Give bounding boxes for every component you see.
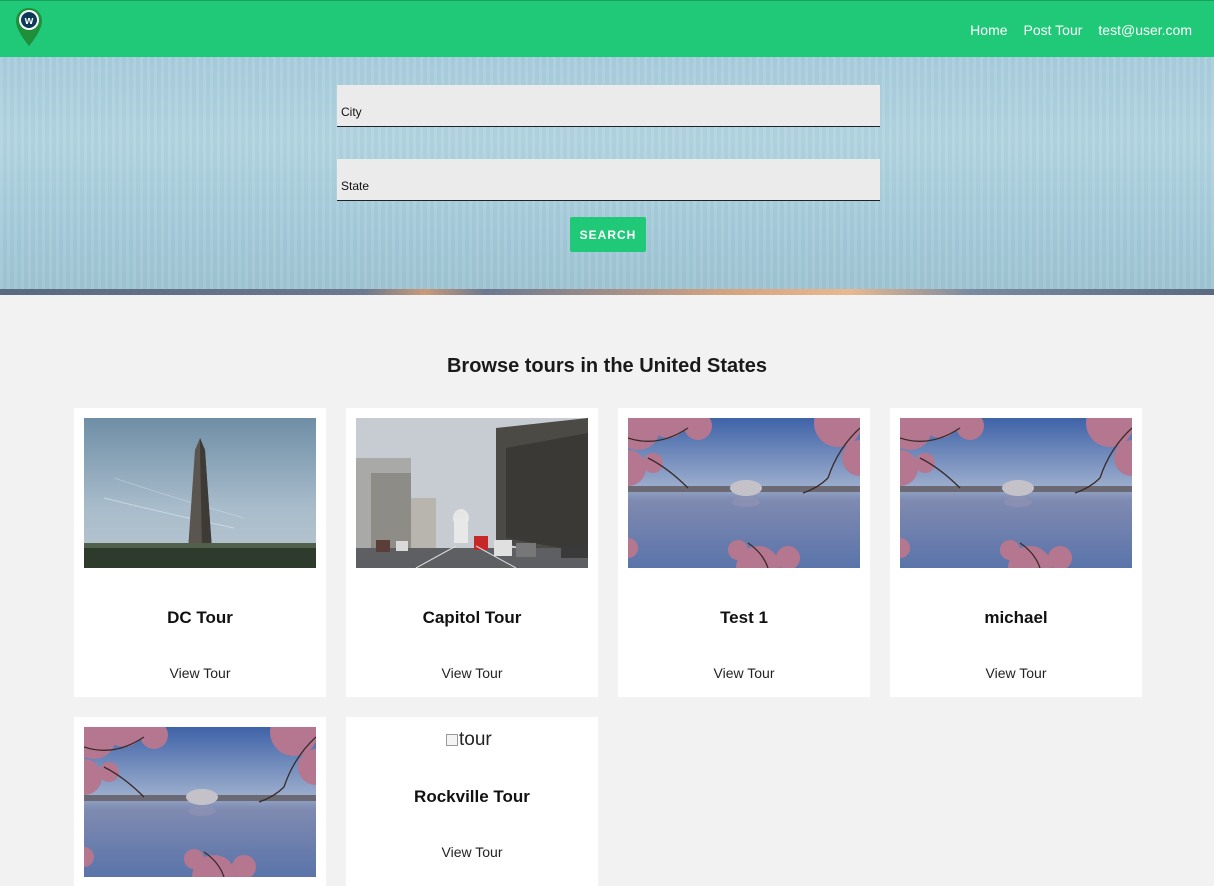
tour-card[interactable]: [74, 717, 326, 886]
view-tour-link[interactable]: View Tour: [346, 665, 598, 681]
logo-icon[interactable]: w: [15, 7, 43, 47]
tour-photo[interactable]: [900, 418, 1132, 568]
tour-name: Capitol Tour: [422, 608, 522, 627]
section-title: Browse tours in the United States: [446, 355, 768, 377]
broken-image[interactable]: tour: [446, 729, 492, 751]
broken-image-icon: [446, 734, 458, 746]
city-input[interactable]: [337, 85, 880, 126]
tour-name: michael: [984, 608, 1048, 627]
state-input[interactable]: [337, 159, 880, 200]
state-field[interactable]: [337, 159, 880, 201]
search-button[interactable]: SEARCH: [570, 217, 646, 252]
nav-home-link[interactable]: Home: [970, 22, 1007, 38]
tour-name: Test 1: [720, 608, 768, 627]
view-tour-link[interactable]: View Tour: [618, 665, 870, 681]
tour-photo[interactable]: [84, 727, 316, 877]
view-tour-link[interactable]: View Tour: [346, 844, 598, 860]
tour-card[interactable]: michael View Tour: [890, 408, 1142, 697]
tour-card[interactable]: DC Tour View Tour: [74, 408, 326, 697]
monument-photo-icon: [84, 418, 316, 568]
tour-photo[interactable]: [356, 418, 588, 568]
cherry-blossom-photo-icon: [900, 418, 1132, 568]
tour-card[interactable]: tour Rockville Tour View Tour: [346, 717, 598, 886]
tour-name: Rockville Tour: [414, 787, 530, 806]
tour-name: DC Tour: [167, 608, 233, 627]
image-alt-text: tour: [459, 729, 492, 750]
logo-letter: w: [24, 15, 34, 27]
cherry-blossom-photo-icon: [628, 418, 860, 568]
tour-card[interactable]: Capitol Tour View Tour: [346, 408, 598, 697]
nav-user-link[interactable]: test@user.com: [1098, 22, 1192, 38]
hero-skyline-strip: [0, 289, 1214, 295]
tour-photo[interactable]: [84, 418, 316, 568]
view-tour-link[interactable]: View Tour: [74, 665, 326, 681]
tour-photo[interactable]: [628, 418, 860, 568]
city-field[interactable]: [337, 85, 880, 127]
tour-card[interactable]: Test 1 View Tour: [618, 408, 870, 697]
top-navbar: w Home Post Tour test@user.com: [0, 0, 1214, 57]
capitol-street-photo-icon: [356, 418, 588, 568]
nav-post-tour-link[interactable]: Post Tour: [1024, 22, 1083, 38]
cherry-blossom-photo-icon: [84, 727, 316, 877]
view-tour-link[interactable]: View Tour: [890, 665, 1142, 681]
